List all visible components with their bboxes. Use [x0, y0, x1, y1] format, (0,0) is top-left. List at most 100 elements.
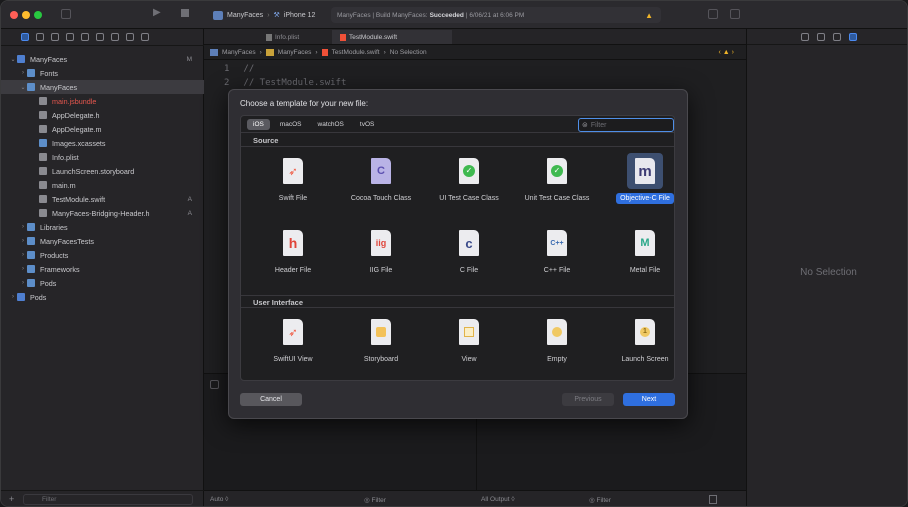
- file-icon: [39, 209, 47, 217]
- navigator-item[interactable]: › Fonts: [1, 66, 204, 80]
- output-select[interactable]: All Output ◊: [481, 496, 515, 503]
- objective-c-file-icon: m: [635, 158, 655, 184]
- file-inspector-icon[interactable]: [801, 33, 809, 41]
- next-button[interactable]: Next: [623, 393, 675, 406]
- template-item[interactable]: iig IIG File: [339, 225, 423, 276]
- navigator-item[interactable]: › Pods: [1, 276, 204, 290]
- navigator-item[interactable]: › Products: [1, 248, 204, 262]
- disclosure-icon[interactable]: ⌄: [9, 56, 17, 63]
- jump-bar-file[interactable]: TestModule.swift: [332, 49, 380, 56]
- minimize-window-button[interactable]: [22, 11, 30, 19]
- navigator-item[interactable]: › Libraries: [1, 220, 204, 234]
- template-label: Storyboard: [363, 356, 399, 363]
- issue-tab-icon[interactable]: [81, 33, 89, 41]
- debug-toggle-icon[interactable]: [210, 380, 219, 389]
- template-item[interactable]: C++ C++ File: [515, 225, 599, 276]
- test-tab-icon[interactable]: [96, 33, 104, 41]
- navigator-filter-input[interactable]: Filter: [23, 494, 193, 505]
- template-item[interactable]: m Objective-C File: [603, 153, 674, 204]
- template-label: Swift File: [278, 195, 308, 202]
- previous-button[interactable]: Previous: [562, 393, 614, 406]
- tab-testmodule[interactable]: TestModule.swift: [332, 30, 452, 44]
- template-item[interactable]: Storyboard: [339, 314, 423, 365]
- template-item[interactable]: 1 Launch Screen: [603, 314, 674, 365]
- navigator-item[interactable]: › Frameworks: [1, 262, 204, 276]
- cancel-button[interactable]: Cancel: [240, 393, 302, 406]
- tab-info-plist[interactable]: Info.plist: [266, 32, 328, 43]
- template-item[interactable]: ✓ UI Test Case Class: [427, 153, 511, 204]
- template-item[interactable]: ➶ SwiftUI View: [251, 314, 335, 365]
- attributes-inspector-icon[interactable]: [849, 33, 857, 41]
- navigator-item[interactable]: TestModule.swift A: [1, 192, 204, 206]
- navigator-item[interactable]: ⌄ ManyFaces: [1, 80, 204, 94]
- platform-tab-ios[interactable]: iOS: [247, 118, 270, 130]
- navigator-item[interactable]: main.jsbundle: [1, 94, 204, 108]
- scheme-selector[interactable]: ManyFaces › ⚒ iPhone 12: [213, 8, 315, 22]
- disclosure-icon[interactable]: ›: [9, 294, 17, 300]
- template-item[interactable]: ✓ Unit Test Case Class: [515, 153, 599, 204]
- debug-tab-icon[interactable]: [111, 33, 119, 41]
- navigator-item[interactable]: Info.plist: [1, 150, 204, 164]
- help-inspector-icon[interactable]: [833, 33, 841, 41]
- navigator-item[interactable]: Images.xcassets: [1, 136, 204, 150]
- navigator-item[interactable]: AppDelegate.m: [1, 122, 204, 136]
- navigator-item[interactable]: LaunchScreen.storyboard: [1, 164, 204, 178]
- symbol-tab-icon[interactable]: [51, 33, 59, 41]
- history-inspector-icon[interactable]: [817, 33, 825, 41]
- navigator-item[interactable]: AppDelegate.h: [1, 108, 204, 122]
- disclosure-icon[interactable]: ›: [19, 238, 27, 244]
- find-tab-icon[interactable]: [66, 33, 74, 41]
- template-item[interactable]: h Header File: [251, 225, 335, 276]
- variables-scope-select[interactable]: Auto ◊: [210, 496, 228, 503]
- stop-icon[interactable]: [181, 9, 189, 17]
- source-control-tab-icon[interactable]: [36, 33, 44, 41]
- warning-icon[interactable]: ‹ ▲ ›: [719, 49, 734, 56]
- filter-variables-input[interactable]: ◎ Filter: [364, 496, 386, 504]
- template-item[interactable]: c C File: [427, 225, 511, 276]
- template-item[interactable]: ➶ Swift File: [251, 153, 335, 204]
- inspector-toggle-icon[interactable]: [730, 9, 740, 19]
- navigator-item[interactable]: ManyFaces-Bridging-Header.h A: [1, 206, 204, 220]
- add-icon[interactable]: +: [9, 494, 14, 504]
- file-icon: [39, 153, 47, 161]
- disclosure-icon[interactable]: ›: [19, 70, 27, 76]
- file-icon: [39, 195, 47, 203]
- disclosure-icon[interactable]: ›: [19, 252, 27, 258]
- template-item[interactable]: M Metal File: [603, 225, 674, 276]
- filter-placeholder: Filter: [371, 497, 386, 504]
- trash-icon[interactable]: [709, 495, 717, 504]
- section-header-user-interface: User Interface: [241, 295, 674, 308]
- disclosure-icon[interactable]: ›: [19, 224, 27, 230]
- sidebar-toggle-icon[interactable]: [61, 9, 71, 19]
- run-icon[interactable]: ▶: [153, 7, 161, 18]
- template-filter-input[interactable]: ⊜ Filter: [578, 118, 674, 132]
- disclosure-icon[interactable]: ⌄: [19, 84, 27, 91]
- jump-bar: ManyFaces › ManyFaces › TestModule.swift…: [204, 45, 746, 60]
- project-navigator-tab-icon[interactable]: [21, 33, 29, 41]
- navigator-item[interactable]: main.m: [1, 178, 204, 192]
- zoom-window-button[interactable]: [34, 11, 42, 19]
- warning-icon[interactable]: ▲: [645, 11, 653, 20]
- template-label: Objective-C File: [616, 193, 674, 204]
- template-item[interactable]: View: [427, 314, 511, 365]
- navigator-item[interactable]: › Pods: [1, 290, 204, 304]
- breakpoint-tab-icon[interactable]: [126, 33, 134, 41]
- platform-tab-tvos[interactable]: tvOS: [354, 119, 380, 130]
- disclosure-icon[interactable]: ›: [19, 280, 27, 286]
- platform-tab-watchos[interactable]: watchOS: [312, 119, 350, 130]
- template-item[interactable]: C Cocoa Touch Class: [339, 153, 423, 204]
- jump-bar-symbol[interactable]: No Selection: [390, 49, 427, 56]
- navigator-item[interactable]: ⌄ ManyFaces M: [1, 52, 204, 66]
- filter-output-input[interactable]: ◎ Filter: [589, 496, 611, 504]
- jump-bar-project[interactable]: ManyFaces: [222, 49, 256, 56]
- iig-file-icon: iig: [371, 230, 391, 256]
- status-time: | 6/06/21 at 6:06 PM: [465, 11, 525, 19]
- library-icon[interactable]: [708, 9, 718, 19]
- close-window-button[interactable]: [10, 11, 18, 19]
- platform-tab-macos[interactable]: macOS: [274, 119, 308, 130]
- navigator-item[interactable]: › ManyFacesTests: [1, 234, 204, 248]
- report-tab-icon[interactable]: [141, 33, 149, 41]
- jump-bar-group[interactable]: ManyFaces: [278, 49, 312, 56]
- template-item[interactable]: Empty: [515, 314, 599, 365]
- disclosure-icon[interactable]: ›: [19, 266, 27, 272]
